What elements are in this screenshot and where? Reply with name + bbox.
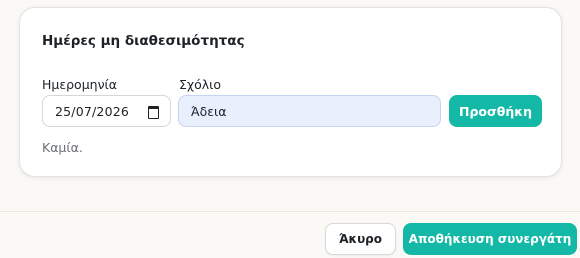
unavailable-days-card: Ημέρες μη διαθεσιμότητας Ημερομηνία Σχόλ… bbox=[19, 7, 562, 177]
date-input[interactable]: 25/07/2026 bbox=[42, 95, 171, 127]
comment-label: Σχόλιο bbox=[179, 77, 222, 92]
section-title: Ημέρες μη διαθεσιμότητας bbox=[42, 33, 245, 49]
save-partner-button[interactable]: Αποθήκευση συνεργάτη bbox=[403, 223, 577, 255]
date-value: 25/07/2026 bbox=[55, 103, 130, 119]
date-label: Ημερομηνία bbox=[42, 77, 118, 92]
footer-divider bbox=[0, 211, 580, 212]
calendar-icon[interactable] bbox=[148, 106, 159, 119]
cancel-button[interactable]: Άκυρο bbox=[325, 223, 396, 255]
comment-input[interactable]: Άδεια bbox=[178, 95, 441, 127]
empty-list-text: Καμία. bbox=[42, 140, 83, 155]
add-button[interactable]: Προσθήκη bbox=[449, 95, 542, 127]
